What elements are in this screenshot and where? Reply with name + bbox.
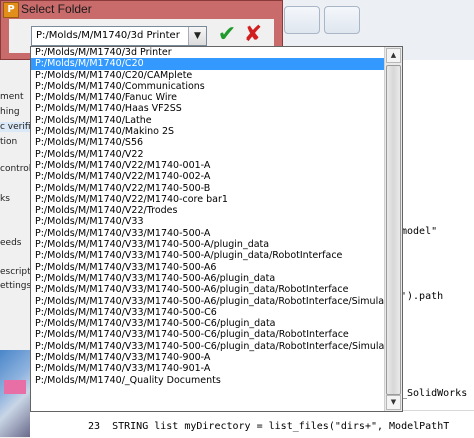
dropdown-item[interactable]: P:/Molds/M/M1740/V33/M1740-500-A6/plugin… <box>31 273 386 284</box>
dropdown-item[interactable]: P:/Molds/M/M1740/3d Printer <box>31 47 386 58</box>
code-fragment: ').path <box>401 291 444 302</box>
dropdown-item[interactable]: P:/Molds/M/M1740/V33/M1740-901-A <box>31 363 386 374</box>
chevron-down-icon[interactable]: ▼ <box>188 27 206 45</box>
scrollbar-thumb[interactable] <box>386 65 401 395</box>
dropdown-item[interactable]: P:/Molds/M/M1740/V33 <box>31 216 386 227</box>
dropdown-item[interactable]: P:/Molds/M/M1740/V33/M1740-500-A6 <box>31 262 386 273</box>
code-line-text: STRING list myDirectory = list_files("di… <box>112 421 450 432</box>
dialog-title: Select Folder <box>21 2 92 16</box>
vertical-scrollbar[interactable]: ▲ ▼ <box>384 47 402 411</box>
dropdown-item[interactable]: P:/Molds/M/M1740/V22/M1740-002-A <box>31 171 386 182</box>
dropdown-item[interactable]: P:/Molds/M/M1740/V33/M1740-500-C6/plugin… <box>31 318 386 329</box>
left-panel-label[interactable]: hing <box>0 107 30 117</box>
left-panel-label[interactable]: control <box>0 164 30 174</box>
dropdown-item[interactable]: P:/Molds/M/M1740/V33/M1740-500-C6/plugin… <box>31 341 386 352</box>
dropdown-item[interactable]: P:/Molds/M/M1740/V22 <box>31 149 386 160</box>
left-panel-label[interactable]: eeds <box>0 238 30 248</box>
dropdown-item[interactable]: P:/Molds/M/M1740/Communications <box>31 81 386 92</box>
line-number: 23 <box>88 421 101 432</box>
dropdown-item[interactable]: P:/Molds/M/M1740/_Quality Documents <box>31 375 386 386</box>
dropdown-item[interactable]: P:/Molds/M/M1740/V33/M1740-500-A6/plugin… <box>31 284 386 295</box>
scroll-down-icon[interactable]: ▼ <box>386 395 401 410</box>
dropdown-item[interactable]: P:/Molds/M/M1740/V22/M1740-500-B <box>31 183 386 194</box>
left-panel-label[interactable]: ks <box>0 194 30 204</box>
dropdown-item[interactable]: P:/Molds/M/M1740/C20 <box>31 58 386 70</box>
dropdown-item[interactable]: P:/Molds/M/M1740/Makino 2S <box>31 126 386 137</box>
model-thumbnail <box>0 350 30 437</box>
folder-combobox-value: P:/Molds/M/M1740/3d Printer <box>36 30 180 41</box>
dropdown-item[interactable]: P:/Molds/M/M1740/V33/M1740-500-A <box>31 228 386 239</box>
dropdown-item[interactable]: P:/Molds/M/M1740/V33/M1740-500-A/plugin_… <box>31 250 386 261</box>
checkmark-icon[interactable]: ✔ <box>215 22 239 48</box>
dropdown-item[interactable]: P:/Molds/M/M1740/V33/M1740-500-A/plugin_… <box>31 239 386 250</box>
left-panel-label[interactable]: escripti <box>0 267 30 277</box>
left-panel-label[interactable]: c verifi <box>0 122 30 132</box>
toolbar-button[interactable] <box>284 6 320 34</box>
code-editor-line[interactable]: 23 STRING list myDirectory = list_files(… <box>30 410 474 438</box>
code-fragment: _SolidWorks <box>401 388 468 399</box>
dropdown-item[interactable]: P:/Molds/M/M1740/V22/M1740-core bar1 <box>31 194 386 205</box>
code-line: 23 STRING list myDirectory = list_files(… <box>88 421 449 432</box>
dropdown-item[interactable]: P:/Molds/M/M1740/V33/M1740-500-C6/plugin… <box>31 329 386 340</box>
model-part <box>4 380 26 394</box>
dropdown-item[interactable]: P:/Molds/M/M1740/Haas VF2SS <box>31 103 386 114</box>
dropdown-items: P:/Molds/M/M1740/3d Printer P:/Molds/M/M1… <box>31 47 386 386</box>
close-icon[interactable]: ✘ <box>241 22 265 48</box>
app-icon: P <box>3 2 19 18</box>
left-panel: ment hing c verifi tion control ks eeds … <box>0 60 30 360</box>
toolbar-button[interactable] <box>324 6 360 34</box>
dropdown-item[interactable]: P:/Molds/M/M1740/Lathe <box>31 115 386 126</box>
left-panel-label[interactable]: ettings <box>0 281 30 291</box>
left-panel-label[interactable]: tion <box>0 137 30 147</box>
code-editor[interactable]: model" ').path _SolidWorks <box>398 60 474 437</box>
dropdown-item[interactable]: P:/Molds/M/M1740/V22/M1740-001-A <box>31 160 386 171</box>
dialog-titlebar[interactable]: P Select Folder <box>1 1 282 19</box>
dropdown-item[interactable]: P:/Molds/M/M1740/C20/CAMplete <box>31 70 386 81</box>
dropdown-item[interactable]: P:/Molds/M/M1740/V22/Trodes <box>31 205 386 216</box>
dropdown-item[interactable]: P:/Molds/M/M1740/Fanuc Wire <box>31 92 386 103</box>
folder-dropdown-list[interactable]: P:/Molds/M/M1740/3d Printer P:/Molds/M/M1… <box>30 46 403 412</box>
dropdown-item[interactable]: P:/Molds/M/M1740/V33/M1740-500-A6/plugin… <box>31 296 386 307</box>
dropdown-item[interactable]: P:/Molds/M/M1740/V33/M1740-900-A <box>31 352 386 363</box>
dropdown-item[interactable]: P:/Molds/M/M1740/V33/M1740-500-C6 <box>31 307 386 318</box>
dropdown-item[interactable]: P:/Molds/M/M1740/S56 <box>31 137 386 148</box>
scroll-up-icon[interactable]: ▲ <box>386 48 401 63</box>
folder-combobox[interactable]: P:/Molds/M/M1740/3d Printer ▼ <box>31 26 207 46</box>
code-fragment: model" <box>401 226 438 237</box>
left-panel-label[interactable]: ment <box>0 92 30 102</box>
